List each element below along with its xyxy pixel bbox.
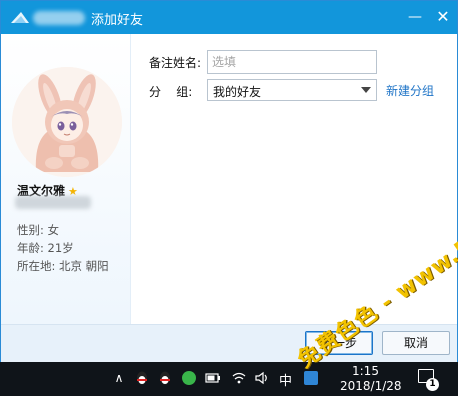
blue-app-icon[interactable] bbox=[304, 371, 318, 385]
ime-indicator[interactable]: 中 bbox=[279, 370, 292, 389]
chevron-down-icon[interactable] bbox=[361, 87, 371, 93]
new-group-link[interactable]: 新建分组 bbox=[386, 82, 434, 99]
volume-icon[interactable] bbox=[254, 370, 270, 386]
taskbar: ∧ 中 1:15 2018/1/28 1 bbox=[0, 362, 458, 396]
location-info: 所在地: 北京 朝阳 bbox=[17, 259, 109, 273]
clock-date[interactable]: 2018/1/28 bbox=[340, 379, 402, 393]
age-info: 年龄: 21岁 bbox=[17, 241, 74, 255]
window-title: 添加好友 bbox=[91, 13, 144, 28]
wifi-icon[interactable] bbox=[231, 370, 247, 386]
profile-sidebar: 温文尔雅 ★ 性别: 女 年龄: 21岁 所在地: 北京 朝阳 bbox=[1, 34, 131, 324]
qq-penguin-icon[interactable] bbox=[134, 370, 150, 386]
bunny-girl-avatar-icon bbox=[12, 67, 122, 177]
minimize-button[interactable]: — bbox=[405, 7, 425, 27]
blurred-title-name bbox=[33, 11, 85, 25]
show-hidden-icons-icon[interactable]: ∧ bbox=[111, 370, 127, 386]
remark-label: 备注姓名: bbox=[149, 56, 202, 70]
remark-input[interactable] bbox=[207, 50, 377, 74]
close-button[interactable]: ✕ bbox=[433, 7, 453, 27]
title-bar[interactable]: 添加好友 — ✕ bbox=[1, 1, 457, 34]
avatar[interactable] bbox=[12, 67, 122, 177]
green-app-icon[interactable] bbox=[182, 371, 196, 385]
group-label: 分 组: bbox=[149, 85, 193, 99]
battery-icon[interactable] bbox=[205, 370, 221, 386]
blurred-account-id bbox=[15, 196, 91, 209]
gender-info: 性别: 女 bbox=[17, 223, 60, 237]
group-select[interactable]: 我的好友 bbox=[207, 79, 377, 101]
notification-badge: 1 bbox=[426, 378, 439, 391]
cancel-button[interactable]: 取消 bbox=[382, 331, 450, 355]
group-selected-value: 我的好友 bbox=[213, 85, 262, 99]
dialog-footer: 下一步 取消 bbox=[1, 324, 457, 362]
clock-time[interactable]: 1:15 bbox=[352, 364, 379, 378]
qq-penguin-icon-2[interactable] bbox=[157, 370, 173, 386]
app-logo-icon bbox=[11, 12, 29, 23]
